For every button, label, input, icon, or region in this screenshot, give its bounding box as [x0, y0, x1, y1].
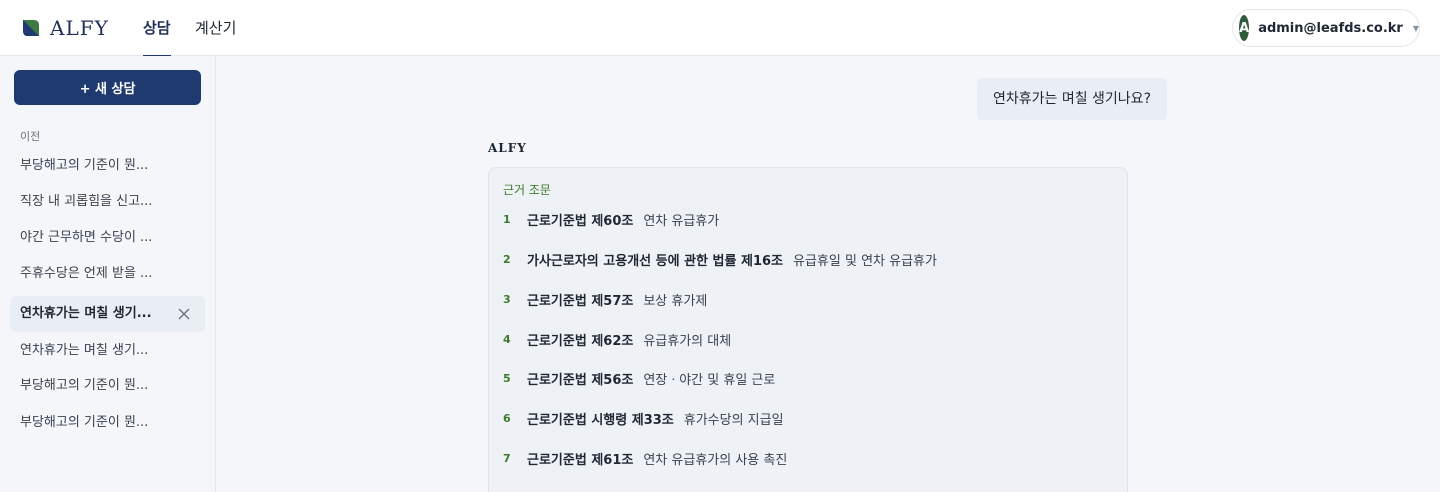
user-email: admin@leafds.co.kr — [1258, 20, 1403, 36]
citation-number: 4 — [503, 332, 511, 346]
logo-text: ALFY — [50, 16, 109, 40]
citation-title: 연차 유급휴가의 사용 촉진 — [643, 452, 788, 468]
citation-row[interactable]: 6 근로기준법 시행령 제33조 휴가수당의 지급일 — [503, 407, 784, 429]
close-icon[interactable] — [177, 307, 191, 321]
citations-panel: 근거 조문 1 근로기준법 제60조 연차 유급휴가 2 가사근로자의 고용개선… — [488, 167, 1128, 492]
history-item[interactable]: 야간 근무하면 수당이 ... — [10, 220, 205, 256]
chevron-down-icon: ▼ — [1412, 23, 1419, 33]
history-item[interactable]: 부당해고의 기준이 뭔... — [10, 148, 205, 184]
citation-row[interactable]: 5 근로기준법 제56조 연장ㆍ야간 및 휴일 근로 — [503, 367, 775, 389]
citation-row[interactable]: 7 근로기준법 제61조 연차 유급휴가의 사용 촉진 — [503, 447, 787, 469]
citation-law: 근로기준법 제60조 — [527, 213, 634, 229]
citation-row[interactable]: 2 가사근로자의 고용개선 등에 관한 법률 제16조 유급휴일 및 연차 유급… — [503, 248, 937, 270]
history-item[interactable]: 부당해고의 기준이 뭔... — [10, 368, 205, 404]
history-item[interactable]: 직장 내 괴롭힘을 신고... — [10, 184, 205, 220]
user-message-bubble: 연차휴가는 며칠 생기나요? — [977, 78, 1167, 120]
citation-row[interactable]: 4 근로기준법 제62조 유급휴가의 대체 — [503, 328, 731, 350]
citation-title: 연장ㆍ야간 및 휴일 근로 — [643, 372, 776, 388]
citation-law: 근로기준법 시행령 제33조 — [527, 412, 674, 428]
citation-title: 유급휴가의 대체 — [643, 333, 732, 349]
history-item-label: 연차휴가는 며칠 생기... — [20, 306, 152, 321]
citation-law: 근로기준법 제57조 — [527, 293, 634, 309]
new-chat-button[interactable]: + 새 상담 — [14, 70, 201, 105]
history-item[interactable]: 부당해고의 기준이 뭔... — [10, 405, 205, 441]
history-section-label: 이전 — [20, 130, 41, 143]
citation-row[interactable]: 1 근로기준법 제60조 연차 유급휴가 — [503, 208, 719, 230]
citation-law: 근로기준법 제62조 — [527, 333, 634, 349]
sidebar: + 새 상담 이전 부당해고의 기준이 뭔... 직장 내 괴롭힘을 신고...… — [0, 56, 216, 492]
citation-title: 보상 휴가제 — [643, 293, 708, 309]
citation-number: 6 — [503, 411, 511, 425]
assistant-name: ALFY — [488, 141, 527, 155]
citation-number: 5 — [503, 371, 511, 385]
citation-law: 근로기준법 제61조 — [527, 452, 634, 468]
citation-law: 가사근로자의 고용개선 등에 관한 법률 제16조 — [527, 253, 784, 269]
history-item[interactable]: 연차휴가는 며칠 생기... — [10, 333, 205, 369]
citation-title: 휴가수당의 지급일 — [683, 412, 784, 428]
citation-number: 3 — [503, 292, 511, 306]
citation-title: 유급휴일 및 연차 유급휴가 — [793, 253, 937, 269]
citation-row[interactable]: 3 근로기준법 제57조 보상 휴가제 — [503, 288, 707, 310]
top-header: ALFY 상담 계산기 A admin@leafds.co.kr ▼ — [0, 0, 1440, 57]
avatar: A — [1239, 15, 1250, 41]
history-item-active[interactable]: 연차휴가는 며칠 생기... — [10, 296, 205, 332]
citation-title: 연차 유급휴가 — [643, 213, 720, 229]
history-item[interactable]: 주휴수당은 언제 받을 ... — [10, 256, 205, 292]
tab-consult[interactable]: 상담 — [143, 0, 171, 57]
citation-law: 근로기준법 제56조 — [527, 372, 634, 388]
leaf-logo-icon — [23, 20, 39, 36]
citation-number: 1 — [503, 212, 511, 226]
logo[interactable]: ALFY — [20, 16, 109, 40]
tab-calculator[interactable]: 계산기 — [195, 0, 236, 56]
user-menu[interactable]: A admin@leafds.co.kr ▼ — [1232, 9, 1420, 47]
citation-number: 7 — [503, 451, 511, 465]
citation-number: 2 — [503, 252, 511, 266]
citations-title: 근거 조문 — [503, 183, 551, 197]
